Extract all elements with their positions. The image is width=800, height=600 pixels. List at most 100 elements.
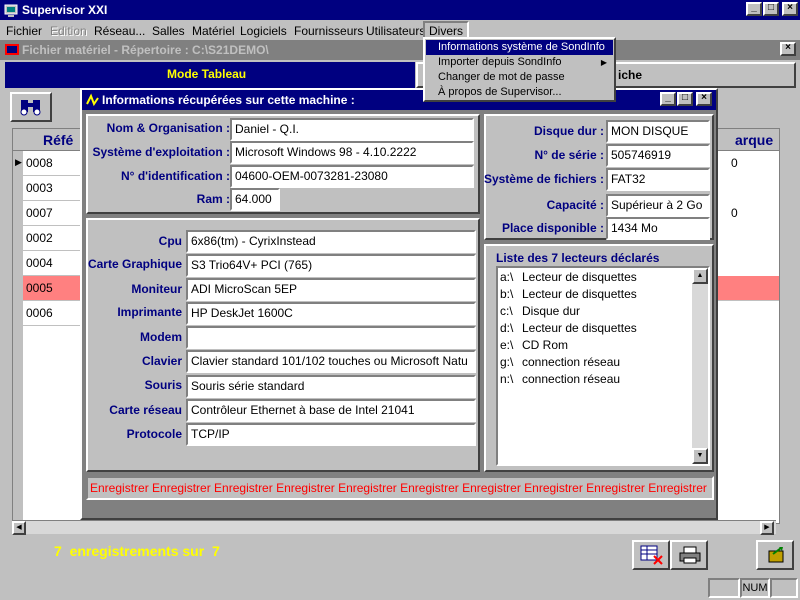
scroll-left-button[interactable]: ◀ [12,521,26,535]
table-row[interactable]: 0006 [23,301,83,326]
serie-label: N° de série : [534,148,605,162]
list-item[interactable]: b:\ Lecteur de disquettes [500,287,637,301]
binoculars-icon [20,100,41,116]
capacite-label: Capacité : [546,198,604,212]
serie-field[interactable]: 505746919 [606,144,710,167]
disk-panel: Disque dur : MON DISQUE N° de série : 50… [484,114,714,240]
menu-utilisateurs[interactable]: Utilisateurs [364,22,427,40]
disque-field[interactable]: MON DISQUE [606,120,710,143]
status-bar: NUM [0,578,800,600]
print-button[interactable] [670,540,708,570]
os-field[interactable]: Microsoft Windows 98 - 4.10.2222 [230,141,474,164]
delete-record-button[interactable] [632,540,670,570]
child-close-button[interactable]: × [780,42,796,56]
identity-panel: Nom & Organisation : Daniel - Q.I. Systè… [86,114,480,214]
ram-label: Ram : [196,192,230,206]
menu-reseau[interactable]: Réseau... [92,22,147,40]
fs-label: Système de fichiers : [483,172,604,186]
minimize-button[interactable]: _ [746,2,762,16]
menu-salles[interactable]: Salles [150,22,187,40]
dialog-icon[interactable] [85,92,101,111]
table-row[interactable]: 0003 [23,176,83,201]
column-header-marque[interactable]: arque [735,132,773,148]
tab-mode-tableau-label: Mode Tableau [167,67,247,81]
menu-fournisseurs[interactable]: Fournisseurs [292,22,365,40]
submenu-arrow-icon: ▶ [600,58,607,67]
exit-button[interactable] [756,540,794,570]
hw-field-souris[interactable]: Souris série standard [186,375,476,398]
hw-field-carte-reseau[interactable]: Contrôleur Ethernet à base de Intel 2104… [186,399,476,422]
scroll-up-button[interactable]: ▲ [692,268,708,284]
nom-field[interactable]: Daniel - Q.I. [230,118,474,141]
dialog-minimize-button[interactable]: _ [660,92,676,106]
hw-field-moniteur[interactable]: ADI MicroScan 5EP [186,278,476,301]
maximize-button[interactable]: □ [763,2,779,16]
ram-field[interactable]: 64.000 [230,188,280,211]
hw-label-modem: Modem [140,330,182,344]
hw-label-clavier: Clavier [141,354,182,368]
app-title-bar[interactable]: Supervisor XXI _ □ × [0,0,800,20]
drives-list[interactable]: a:\ Lecteur de disquettes b:\ Lecteur de d… [496,266,710,466]
list-item[interactable]: d:\ Lecteur de disquettes [500,321,637,335]
hw-label-carte-reseau: Carte réseau [109,403,182,417]
child-window-title: Fichier matériel - Répertoire : C:\S21DE… [22,43,269,57]
menu-item-a-propos[interactable]: À propos de Supervisor... [426,85,613,100]
printer-icon [679,546,701,564]
dialog-close-button[interactable]: × [696,92,712,106]
current-row-indicator-icon: ▶ [15,157,22,167]
hw-label-graphics: Carte Graphique [87,257,182,271]
hw-field-imprimante[interactable]: HP DeskJet 1600C [186,302,476,325]
table-row[interactable]: 0008 [23,151,83,176]
list-item[interactable]: c:\ Disque dur [500,304,580,318]
tab-mode-tableau[interactable]: Mode Tableau [5,62,415,88]
place-label: Place disponible : [501,221,604,235]
place-field[interactable]: 1434 Mo [606,217,710,240]
child-window-title-bar[interactable]: Fichier matériel - Répertoire : C:\S21DE… [0,40,800,60]
menu-item-informations-systeme[interactable]: Informations système de SondInfo [426,40,613,55]
hw-field-graphics[interactable]: S3 Trio64V+ PCI (765) [186,254,476,277]
fs-field[interactable]: FAT32 [606,168,710,191]
menu-edition[interactable]: Edition [48,22,89,40]
drives-scrollbar[interactable]: ▲ ▼ [692,268,708,464]
scroll-right-button[interactable]: ▶ [760,521,774,535]
table-cell-marque: 0 [731,156,738,170]
capacite-field[interactable]: Supérieur à 2 Go [606,194,710,217]
hw-field-clavier[interactable]: Clavier standard 101/102 touches ou Micr… [186,350,476,373]
column-header-reference[interactable]: Réfé [43,132,73,148]
table-row[interactable]: 0007 [23,201,83,226]
close-button[interactable]: × [782,2,798,16]
hw-field-modem[interactable] [186,326,476,349]
dialog-maximize-button[interactable]: □ [677,92,693,106]
menu-materiel[interactable]: Matériel [190,22,237,40]
table-row[interactable]: 0004 [23,251,83,276]
hw-field-protocole[interactable]: TCP/IP [186,423,476,446]
list-item[interactable]: n:\ connection réseau [500,372,620,386]
hw-field-cpu[interactable]: 6x86(tm) - CyrixInstead [186,230,476,253]
menu-fichier[interactable]: Fichier [4,22,44,40]
tab-fiche-label: iche [618,68,643,82]
save-marquee[interactable]: Enregistrer Enregistrer Enregistrer Enre… [86,476,714,500]
hw-label-souris: Souris [144,378,182,392]
app-icon[interactable] [3,2,19,18]
info-dialog: Informations récupérées sur cette machin… [80,88,718,520]
menu-item-changer-mot-de-passe[interactable]: Changer de mot de passe [426,70,613,85]
search-tool-button[interactable] [10,92,52,122]
dialog-title-bar[interactable]: Informations récupérées sur cette machin… [82,90,716,110]
hw-label-moniteur: Moniteur [131,282,182,296]
hw-label-protocole: Protocole [126,427,182,441]
table-horizontal-scrollbar[interactable]: ◀ ▶ [12,520,776,535]
save-marquee-text: Enregistrer Enregistrer Enregistrer Enre… [90,481,707,495]
disque-label: Disque dur : [533,124,604,138]
child-window-icon[interactable] [4,42,20,61]
id-field[interactable]: 04600-OEM-0073281-23080 [230,165,474,188]
exit-door-icon [768,547,784,563]
list-item[interactable]: e:\ CD Rom [500,338,568,352]
record-count: 7 enregistrements sur 7 [54,543,220,559]
os-label: Système d'exploitation : [92,145,230,159]
table-row[interactable]: 0002 [23,226,83,251]
scroll-down-button[interactable]: ▼ [692,448,708,464]
list-item[interactable]: g:\ connection réseau [500,355,620,369]
menu-item-importer[interactable]: Importer depuis SondInfo ▶ [426,55,613,70]
list-item[interactable]: a:\ Lecteur de disquettes [500,270,637,284]
menu-logiciels[interactable]: Logiciels [238,22,289,40]
